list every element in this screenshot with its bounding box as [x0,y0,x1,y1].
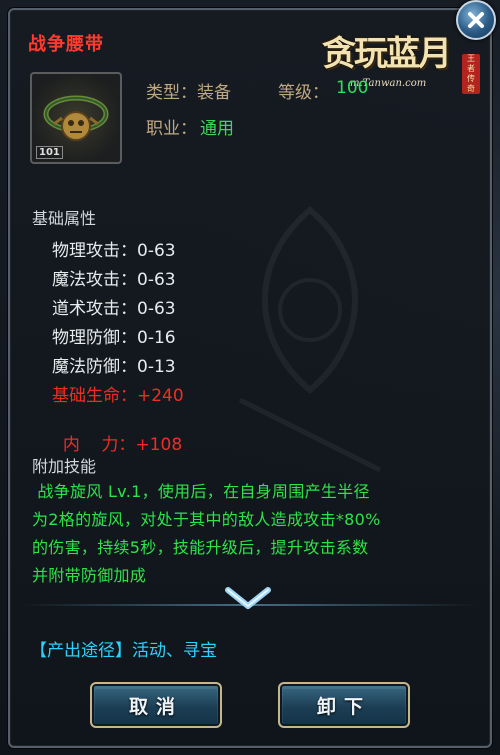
item-source: 【产出途径】活动、寻宝 [30,641,217,661]
stat-value: 0-63 [137,241,176,261]
item-level-value: 100 [336,78,369,98]
stat-row-hp: 基础生命：+240 [52,381,184,406]
stat-row: 道术攻击：0-63 [52,294,176,319]
stat-label: 物理攻击： [52,241,137,261]
stat-label: 基础生命： [52,386,137,406]
stat-value: 0-16 [137,328,176,348]
unequip-button[interactable]: 卸下 [278,682,410,728]
stat-value: +240 [137,386,184,406]
close-button[interactable] [456,0,496,40]
stat-row: 物理防御：0-16 [52,323,176,348]
item-class-label: 职业： [146,119,197,139]
stat-value: 0-63 [137,299,176,319]
chevron-down-icon[interactable] [222,584,274,612]
stat-value: 0-13 [137,357,176,377]
game-logo-title: 贪玩蓝月 [322,34,452,74]
stat-row: 魔法防御：0-13 [52,352,176,377]
stat-value: +108 [135,435,183,455]
base-attrs-title: 基础属性 [32,209,97,228]
cancel-button[interactable]: 取消 [90,682,222,728]
item-class-value: 通用 [200,119,234,139]
background-ornament [238,206,382,473]
item-type: 类型：装备 [146,83,231,103]
stat-label: 魔法攻击： [52,270,137,290]
stat-label: 魔法防御： [52,357,137,377]
item-name: 战争腰带 [28,34,104,55]
skill-line: 为2格的旋风，对处于其中的敌人造成攻击*80% [32,510,381,529]
skill-line: 战争旋风 Lv.1，使用后，在自身周围产生半径 [32,482,370,501]
game-logo-seal: 王者传奇 [462,54,480,94]
item-level-label: 等级： [278,83,329,103]
extra-skill-description: 战争旋风 Lv.1，使用后，在自身周围产生半径 为2格的旋风，对处于其中的敌人造… [32,478,472,590]
stat-label: 道术攻击： [52,299,137,319]
stat-row: 魔法攻击：0-63 [52,265,176,290]
stat-row: 物理攻击：0-63 [52,236,176,261]
stat-label: 物理防御： [52,328,137,348]
item-level-badge: 101 [36,146,63,159]
stat-label: 内 力： [62,435,136,455]
close-icon [468,12,484,28]
stat-row-mp: 内 力：+108 [52,410,182,455]
item-icon-slot: 101 [30,72,122,164]
stat-value: 0-63 [137,270,176,290]
skill-line: 的伤害，持续5秒，技能升级后，提升攻击系数 [32,538,369,557]
extra-skill-title: 附加技能 [32,457,97,476]
